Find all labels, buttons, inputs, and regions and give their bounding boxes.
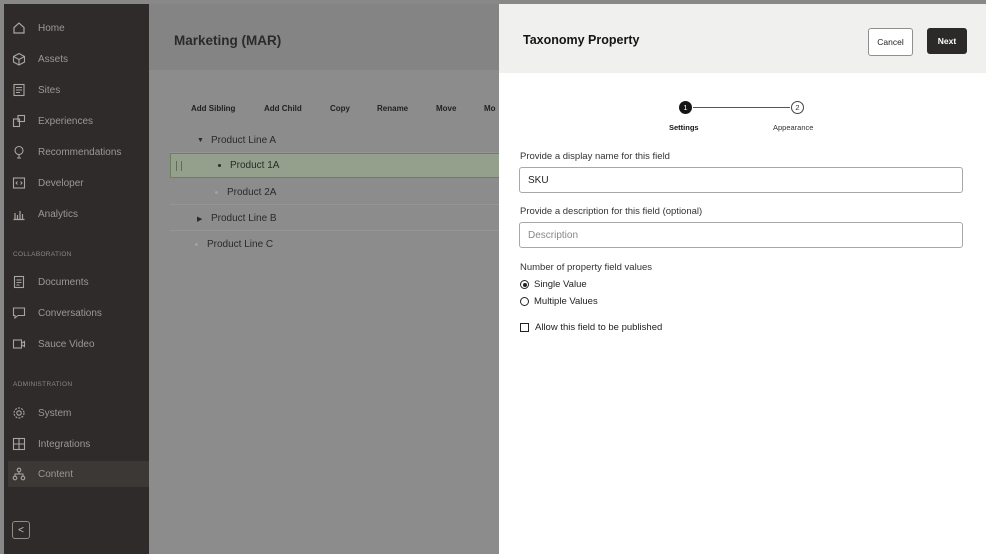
drawer-header: Taxonomy Property Cancel Next: [499, 4, 986, 73]
nav-item-sites[interactable]: Sites: [12, 77, 144, 103]
nav-item-documents[interactable]: Documents: [12, 269, 144, 295]
main-panel: Marketing (MAR) Add Sibling Add Child Co…: [149, 4, 501, 554]
sites-icon: [12, 83, 26, 97]
tree-item-product-line-c[interactable]: Product Line C: [170, 233, 499, 256]
next-button[interactable]: Next: [927, 28, 967, 54]
publish-field-label: Allow this field to be published: [535, 322, 663, 333]
collaboration-section-label: COLLABORATION: [13, 251, 72, 258]
add-child-button[interactable]: Add Child: [264, 104, 302, 113]
values-count-label: Number of property field values: [520, 262, 653, 273]
analytics-icon: [12, 207, 26, 221]
nav-item-label: Conversations: [38, 307, 102, 319]
copy-button[interactable]: Copy: [330, 104, 350, 113]
nav-item-recommendations[interactable]: Recommendations: [12, 139, 144, 165]
radio-icon[interactable]: [520, 297, 529, 306]
conversations-icon: [12, 306, 26, 320]
nav-item-conversations[interactable]: Conversations: [12, 300, 144, 326]
tree-item-product-2a[interactable]: Product 2A: [170, 181, 499, 205]
nav-item-label: System: [38, 407, 72, 419]
nav-item-label: Sauce Video: [38, 338, 95, 350]
bullet-icon: [215, 191, 218, 194]
step-1-label: Settings: [669, 123, 699, 132]
publish-field-option[interactable]: Allow this field to be published: [520, 322, 662, 333]
gear-icon: [12, 406, 26, 420]
add-sibling-button[interactable]: Add Sibling: [191, 104, 235, 113]
nav-item-sauce-video[interactable]: Sauce Video: [12, 331, 144, 357]
step-1-indicator[interactable]: 1: [679, 101, 692, 114]
drag-handle-icon[interactable]: [176, 160, 182, 171]
main-header: Marketing (MAR): [149, 4, 499, 70]
documents-icon: [12, 275, 26, 289]
tree-item-label: Product Line A: [211, 135, 277, 146]
step-2-label: Appearance: [773, 123, 814, 132]
bullet-icon: [218, 164, 221, 167]
collapse-sidebar-button[interactable]: <: [12, 521, 30, 539]
nav-item-label: Integrations: [38, 438, 91, 450]
radio-selected-icon[interactable]: [520, 280, 529, 289]
single-value-label: Single Value: [534, 279, 587, 290]
sidebar: Home Assets Sites Experiences Recommenda…: [4, 4, 153, 554]
drawer-title: Taxonomy Property: [523, 33, 640, 47]
nav-item-content[interactable]: Content: [8, 461, 153, 487]
nav-item-integrations[interactable]: Integrations: [12, 431, 144, 457]
multiple-values-label: Multiple Values: [534, 296, 598, 307]
single-value-option[interactable]: Single Value: [520, 279, 587, 290]
nav-item-system[interactable]: System: [12, 400, 144, 426]
tree-item-product-line-a[interactable]: ▼ Product Line A: [170, 129, 499, 153]
nav-item-label: Home: [38, 22, 65, 34]
code-icon: [12, 176, 26, 190]
caret-right-icon[interactable]: ▶: [197, 215, 205, 223]
display-name-label: Provide a display name for this field: [520, 151, 670, 162]
nav-item-label: Developer: [38, 177, 84, 189]
tree-item-label: Product Line B: [211, 213, 277, 224]
nav-item-label: Recommendations: [38, 146, 122, 158]
display-name-input[interactable]: [519, 167, 963, 193]
description-label: Provide a description for this field (op…: [520, 206, 703, 217]
more-button[interactable]: Mo: [484, 104, 496, 113]
nav-item-label: Experiences: [38, 115, 94, 127]
bullet-icon: [195, 243, 198, 246]
multiple-values-option[interactable]: Multiple Values: [520, 296, 598, 307]
cube-icon: [12, 52, 26, 66]
recommendations-icon: [12, 145, 26, 159]
taxonomy-property-drawer: Taxonomy Property Cancel Next 1 2 Settin…: [499, 4, 986, 554]
nav-item-developer[interactable]: Developer: [12, 170, 144, 196]
nav-item-experiences[interactable]: Experiences: [12, 108, 144, 134]
nav-item-label: Analytics: [38, 208, 79, 220]
video-icon: [12, 337, 26, 351]
description-input[interactable]: [519, 222, 963, 248]
nav-item-analytics[interactable]: Analytics: [12, 201, 144, 227]
content-icon: [12, 467, 26, 481]
home-icon: [12, 21, 26, 35]
caret-down-icon[interactable]: ▼: [197, 137, 205, 144]
rename-button[interactable]: Rename: [377, 104, 408, 113]
page-title: Marketing (MAR): [174, 33, 282, 48]
nav-item-label: Assets: [38, 53, 69, 65]
move-button[interactable]: Move: [436, 104, 456, 113]
cancel-button[interactable]: Cancel: [868, 28, 913, 56]
nav-item-assets[interactable]: Assets: [12, 46, 144, 72]
nav-item-label: Sites: [38, 84, 61, 96]
tree-item-product-1a[interactable]: Product 1A: [170, 153, 501, 178]
nav-item-label: Content: [38, 468, 74, 480]
checkbox-icon[interactable]: [520, 323, 529, 332]
step-connector: [693, 107, 790, 108]
integrations-icon: [12, 437, 26, 451]
tree-item-label: Product 2A: [227, 187, 277, 198]
tree-item-label: Product 1A: [230, 160, 280, 171]
nav-item-home[interactable]: Home: [12, 15, 144, 41]
experiences-icon: [12, 114, 26, 128]
step-2-indicator[interactable]: 2: [791, 101, 804, 114]
administration-section-label: ADMINISTRATION: [13, 381, 73, 388]
tree-item-product-line-b[interactable]: ▶ Product Line B: [170, 207, 499, 231]
tree-item-label: Product Line C: [207, 239, 274, 250]
nav-item-label: Documents: [38, 276, 89, 288]
